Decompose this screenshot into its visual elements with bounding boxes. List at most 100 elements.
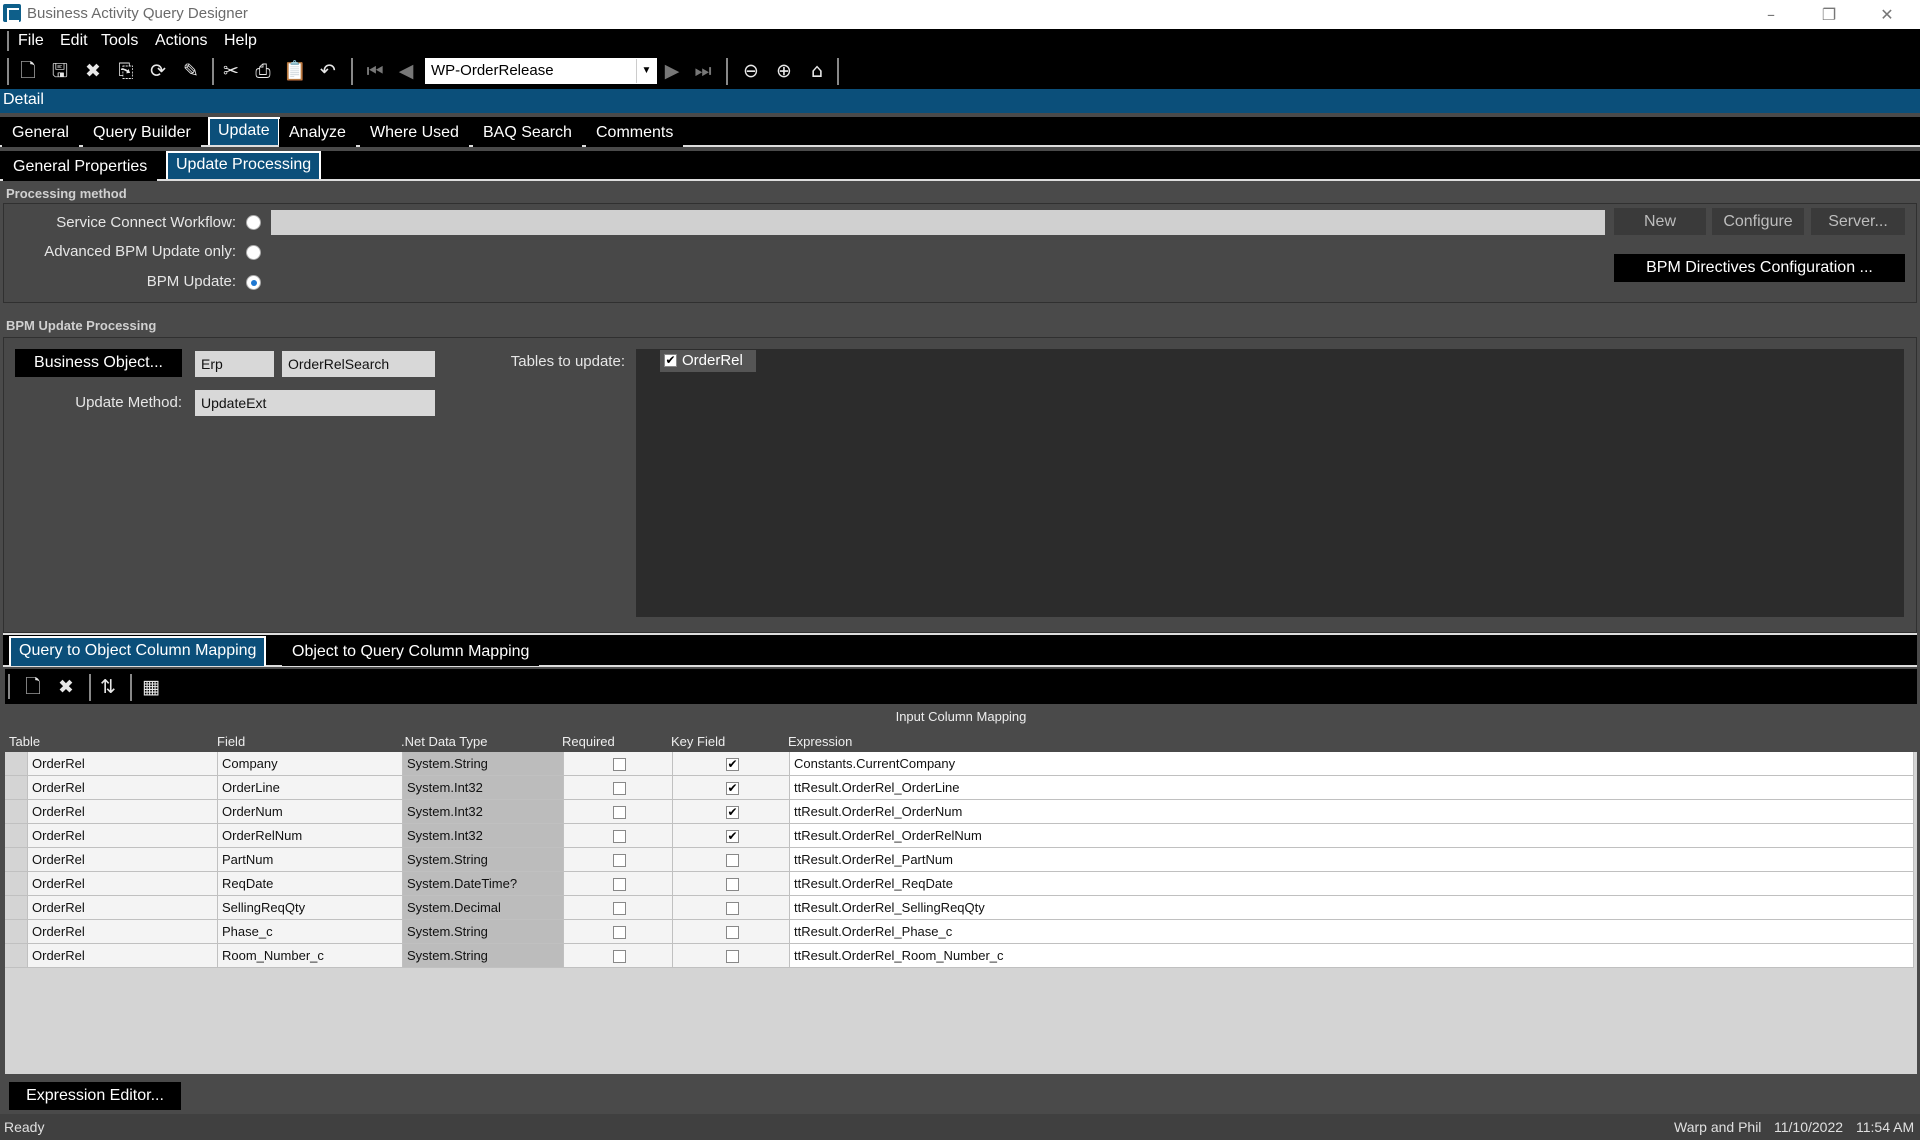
required-checkbox[interactable] [613, 950, 626, 963]
tab-query-builder[interactable]: Query Builder [83, 119, 201, 147]
table-row[interactable]: OrderRel PartNum System.String ttResult.Ord… [5, 848, 1914, 872]
clear-icon[interactable]: ✎ [178, 58, 204, 84]
key-field-checkbox[interactable]: ✔ [726, 782, 739, 795]
col-header-key-field[interactable]: Key Field [671, 734, 725, 749]
row-selector[interactable] [5, 872, 28, 896]
type-cell[interactable]: System.String [403, 920, 564, 944]
chevron-down-icon[interactable]: ▼ [636, 59, 656, 83]
tab-update[interactable]: Update [208, 117, 280, 145]
table-cell[interactable]: OrderRel [28, 944, 218, 968]
col-header-field[interactable]: Field [217, 734, 245, 749]
table-cell[interactable]: OrderRel [28, 896, 218, 920]
expression-cell[interactable]: ttResult.OrderRel_OrderRelNum [790, 824, 1914, 848]
delete-icon[interactable]: ✖ [80, 58, 106, 84]
minimize-button[interactable]: – [1742, 0, 1800, 29]
table-cell[interactable]: OrderRel [28, 848, 218, 872]
cut-icon[interactable]: ✂ [218, 58, 244, 84]
copy-icon[interactable]: ⎘ [113, 58, 139, 84]
table-row[interactable]: OrderRel Phase_c System.String ttResult.Ord… [5, 920, 1914, 944]
field-cell[interactable]: OrderNum [218, 800, 403, 824]
table-cell[interactable]: OrderRel [28, 920, 218, 944]
expression-editor-button[interactable]: Expression Editor... [9, 1082, 181, 1110]
grid-config-icon[interactable]: ▦ [138, 674, 164, 700]
expression-cell[interactable]: ttResult.OrderRel_PartNum [790, 848, 1914, 872]
col-header-table[interactable]: Table [9, 734, 40, 749]
menu-help[interactable]: Help [224, 32, 257, 50]
key-field-checkbox[interactable]: ✔ [726, 806, 739, 819]
home-icon[interactable]: ⌂ [804, 58, 830, 84]
table-cell[interactable]: OrderRel [28, 776, 218, 800]
required-checkbox[interactable] [613, 830, 626, 843]
key-field-checkbox[interactable] [726, 854, 739, 867]
field-cell[interactable]: SellingReqQty [218, 896, 403, 920]
expression-cell[interactable]: Constants.CurrentCompany [790, 752, 1914, 776]
required-checkbox[interactable] [613, 782, 626, 795]
required-checkbox[interactable] [613, 758, 626, 771]
table-row[interactable]: OrderRel OrderRelNum System.Int32 ✔ ttResult… [5, 824, 1914, 848]
tab-general-properties[interactable]: General Properties [3, 153, 158, 181]
record-selector[interactable]: WP-OrderRelease ▼ [425, 58, 657, 84]
add-row-icon[interactable]: 🗋 [20, 674, 46, 700]
field-cell[interactable]: ReqDate [218, 872, 403, 896]
required-checkbox[interactable] [613, 854, 626, 867]
tab-update-processing[interactable]: Update Processing [166, 151, 322, 179]
prev-record-icon[interactable]: ◀ [393, 58, 419, 84]
bpm-directives-button[interactable]: BPM Directives Configuration ... [1614, 254, 1905, 282]
table-cell[interactable]: OrderRel [28, 824, 218, 848]
col-header-type[interactable]: .Net Data Type [401, 734, 487, 749]
back-icon[interactable]: ⊖ [738, 58, 764, 84]
server-button[interactable]: Server... [1811, 208, 1905, 235]
table-row[interactable]: OrderRel ReqDate System.DateTime? ttResult.… [5, 872, 1914, 896]
expression-cell[interactable]: ttResult.OrderRel_SellingReqQty [790, 896, 1914, 920]
table-row[interactable]: OrderRel SellingReqQty System.Decimal ttRes… [5, 896, 1914, 920]
menu-file[interactable]: File [18, 32, 44, 50]
forward-icon[interactable]: ⊕ [771, 58, 797, 84]
row-selector[interactable] [5, 752, 28, 776]
row-selector[interactable] [5, 776, 28, 800]
first-record-icon[interactable]: ⏮ [362, 58, 388, 84]
tab-general[interactable]: General [2, 119, 79, 147]
tab-object-to-query[interactable]: Object to Query Column Mapping [282, 638, 540, 666]
close-window-button[interactable]: ✕ [1858, 0, 1916, 29]
table-row[interactable]: OrderRel OrderNum System.Int32 ✔ ttResult.Or… [5, 800, 1914, 824]
service-connect-workflow-field[interactable] [271, 210, 1605, 235]
sort-icon[interactable]: ⇅ [95, 674, 121, 700]
key-field-checkbox[interactable] [726, 902, 739, 915]
tab-query-to-object[interactable]: Query to Object Column Mapping [9, 636, 267, 666]
configure-button[interactable]: Configure [1712, 208, 1804, 235]
required-checkbox[interactable] [613, 926, 626, 939]
type-cell[interactable]: System.String [403, 944, 564, 968]
key-field-checkbox[interactable] [726, 878, 739, 891]
tab-analyze[interactable]: Analyze [279, 119, 356, 147]
field-cell[interactable]: Room_Number_c [218, 944, 403, 968]
type-cell[interactable]: System.Int32 [403, 800, 564, 824]
row-selector[interactable] [5, 920, 28, 944]
type-cell[interactable]: System.String [403, 752, 564, 776]
row-selector[interactable] [5, 944, 28, 968]
type-cell[interactable]: System.Int32 [403, 824, 564, 848]
table-orderrel-checkbox[interactable]: ✔ [664, 354, 677, 367]
restore-button[interactable]: ❐ [1800, 0, 1858, 29]
table-row[interactable]: OrderRel Company System.String ✔ Constants.C… [5, 752, 1914, 776]
table-row[interactable]: OrderRel OrderLine System.Int32 ✔ ttResult.O… [5, 776, 1914, 800]
undo-icon[interactable]: ↶ [315, 58, 341, 84]
tab-baq-search[interactable]: BAQ Search [473, 119, 582, 147]
bo-name-field[interactable]: OrderRelSearch [282, 351, 435, 377]
paste-icon[interactable]: 📋 [282, 58, 308, 84]
tab-comments[interactable]: Comments [586, 119, 684, 147]
type-cell[interactable]: System.Int32 [403, 776, 564, 800]
row-selector[interactable] [5, 800, 28, 824]
field-cell[interactable]: Company [218, 752, 403, 776]
new-workflow-button[interactable]: New [1614, 208, 1706, 235]
bo-system-field[interactable]: Erp [195, 351, 274, 377]
required-checkbox[interactable] [613, 806, 626, 819]
menu-tools[interactable]: Tools [101, 32, 138, 50]
copy-clip-icon[interactable]: ⎙ [250, 58, 276, 84]
service-connect-radio[interactable] [246, 215, 261, 230]
table-cell[interactable]: OrderRel [28, 872, 218, 896]
key-field-checkbox[interactable]: ✔ [726, 758, 739, 771]
table-row[interactable]: OrderRel Room_Number_c System.String ttResu… [5, 944, 1914, 968]
row-selector[interactable] [5, 848, 28, 872]
field-cell[interactable]: OrderLine [218, 776, 403, 800]
expression-cell[interactable]: ttResult.OrderRel_ReqDate [790, 872, 1914, 896]
